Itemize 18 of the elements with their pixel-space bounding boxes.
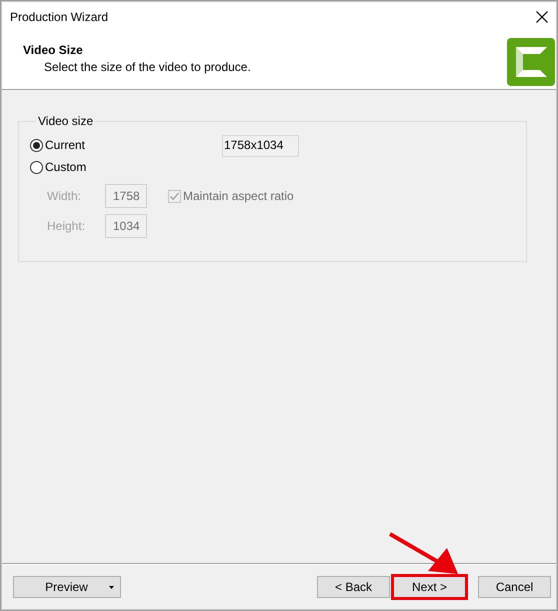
field-label: Height: — [47, 219, 86, 233]
page-title: Video Size — [23, 43, 84, 57]
page-subtitle: Select the size of the video to produce. — [43, 60, 251, 74]
option-label: Current — [45, 138, 86, 152]
option-label: Custom — [45, 160, 86, 174]
wizard-button[interactable]: < Back — [317, 576, 390, 598]
field-label: Width: — [47, 189, 82, 203]
wizard-button[interactable]: Cancel — [478, 576, 551, 598]
preview-button[interactable]: Preview — [13, 576, 121, 598]
caret-icon — [109, 586, 114, 588]
wizard-button[interactable]: Next > — [393, 576, 466, 598]
current-size-field: 1758x1034 — [222, 135, 299, 157]
close-icon[interactable] — [536, 11, 548, 23]
group-title: Video size — [37, 114, 94, 128]
radio-button[interactable] — [30, 160, 43, 174]
checkbox-label: Maintain aspect ratio — [183, 189, 294, 203]
window-title: Production Wizard — [10, 10, 108, 24]
radio-button[interactable] — [30, 138, 43, 152]
